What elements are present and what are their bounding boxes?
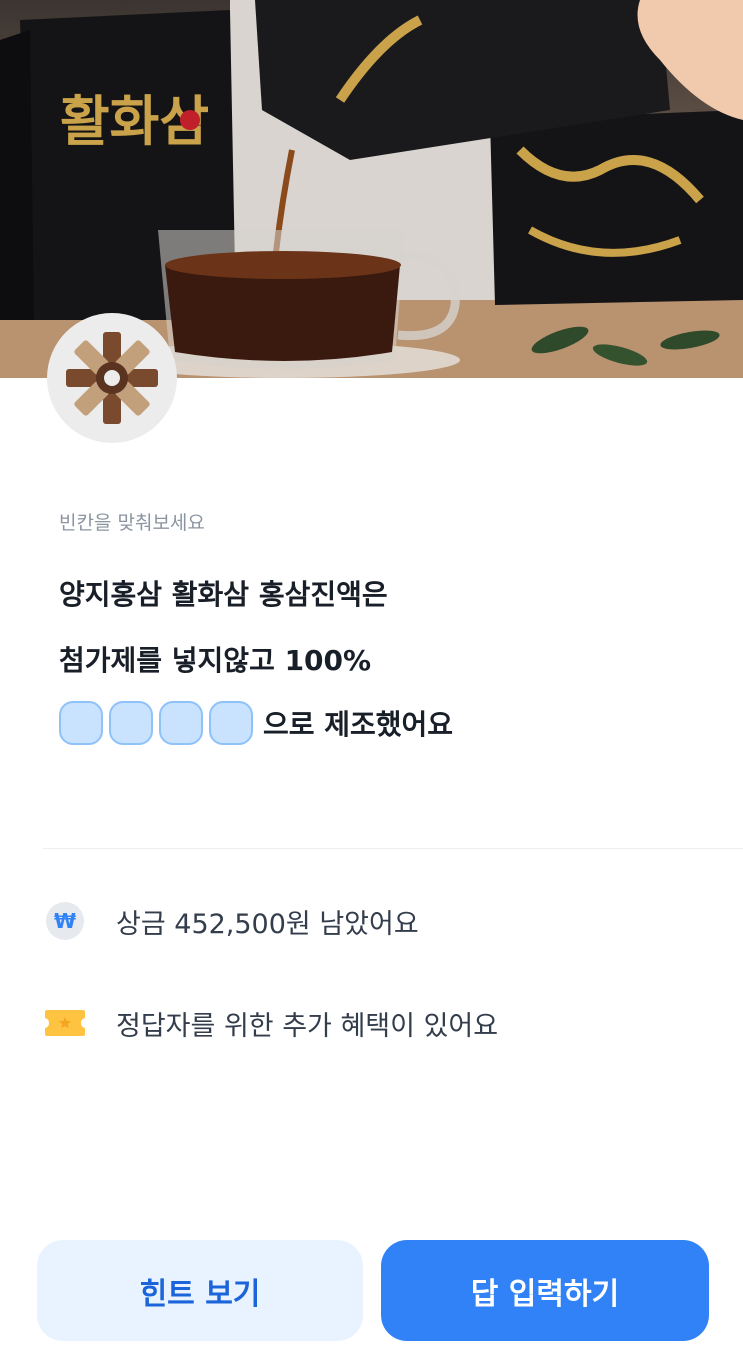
- ticket-icon: [45, 1010, 85, 1036]
- answer-blank: [59, 701, 103, 745]
- quiz-line-3: 으로 제조했어요: [59, 701, 453, 745]
- quiz-line-3-suffix: 으로 제조했어요: [263, 708, 454, 741]
- quiz-line-2: 첨가제를 넣지않고 100%: [59, 644, 372, 677]
- brand-avatar: [47, 313, 177, 443]
- quiz-page: 활화삼 빈칸을 맞춰보세요 양지홍삼 활화삼 홍삼진액은 첨가제를 넣지않고 1…: [0, 0, 743, 1372]
- answer-blank: [209, 701, 253, 745]
- answer-blank: [159, 701, 203, 745]
- answer-blank: [109, 701, 153, 745]
- prize-info-row: ₩ 상금 452,500원 남았어요: [44, 900, 419, 942]
- hint-button[interactable]: 힌트 보기: [37, 1240, 363, 1341]
- won-icon: ₩: [46, 902, 84, 940]
- quiz-line-1: 양지홍삼 활화삼 홍삼진액은: [59, 578, 388, 611]
- benefit-text: 정답자를 위한 추가 혜택이 있어요: [116, 1010, 499, 1042]
- benefit-info-row: 정답자를 위한 추가 혜택이 있어요: [44, 1002, 498, 1044]
- section-divider: [43, 848, 743, 849]
- brand-logo-icon: [66, 332, 158, 424]
- enter-answer-button[interactable]: 답 입력하기: [381, 1240, 709, 1341]
- prize-text: 상금 452,500원 남았어요: [116, 908, 419, 940]
- quiz-prompt: 빈칸을 맞춰보세요: [59, 512, 205, 534]
